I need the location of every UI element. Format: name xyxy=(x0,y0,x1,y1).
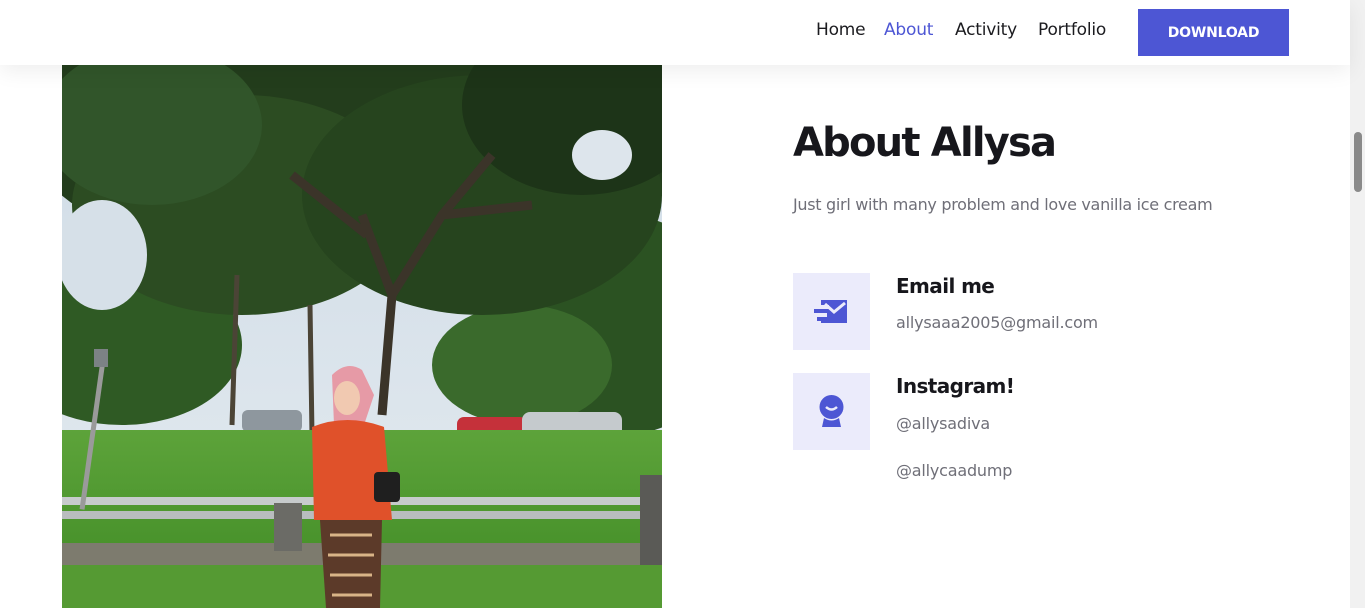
page-title: About Allysa xyxy=(793,120,1057,166)
top-navbar: Home About Activity Portfolio DOWNLOAD xyxy=(0,0,1350,65)
nav-link-about[interactable]: About xyxy=(884,20,933,40)
instagram-handle-secondary: @allycaadump xyxy=(896,461,1013,480)
scrollbar-thumb[interactable] xyxy=(1354,132,1362,192)
email-icon-box xyxy=(793,273,870,350)
download-button[interactable]: DOWNLOAD xyxy=(1138,9,1289,56)
nav-link-activity[interactable]: Activity xyxy=(955,20,1017,40)
email-address: allysaaa2005@gmail.com xyxy=(896,313,1098,332)
nav-link-home[interactable]: Home xyxy=(816,20,866,40)
page-scrollbar[interactable] xyxy=(1350,0,1365,608)
instagram-title: Instagram! xyxy=(896,374,1015,398)
mail-icon xyxy=(814,300,847,323)
nav-link-portfolio[interactable]: Portfolio xyxy=(1038,20,1106,40)
profile-photo xyxy=(62,65,662,608)
instagram-icon-box xyxy=(793,373,870,450)
about-subtitle: Just girl with many problem and love van… xyxy=(793,195,1213,214)
instagram-handle-primary: @allysadiva xyxy=(896,414,990,433)
email-title: Email me xyxy=(896,274,995,298)
profile-icon xyxy=(819,395,844,427)
